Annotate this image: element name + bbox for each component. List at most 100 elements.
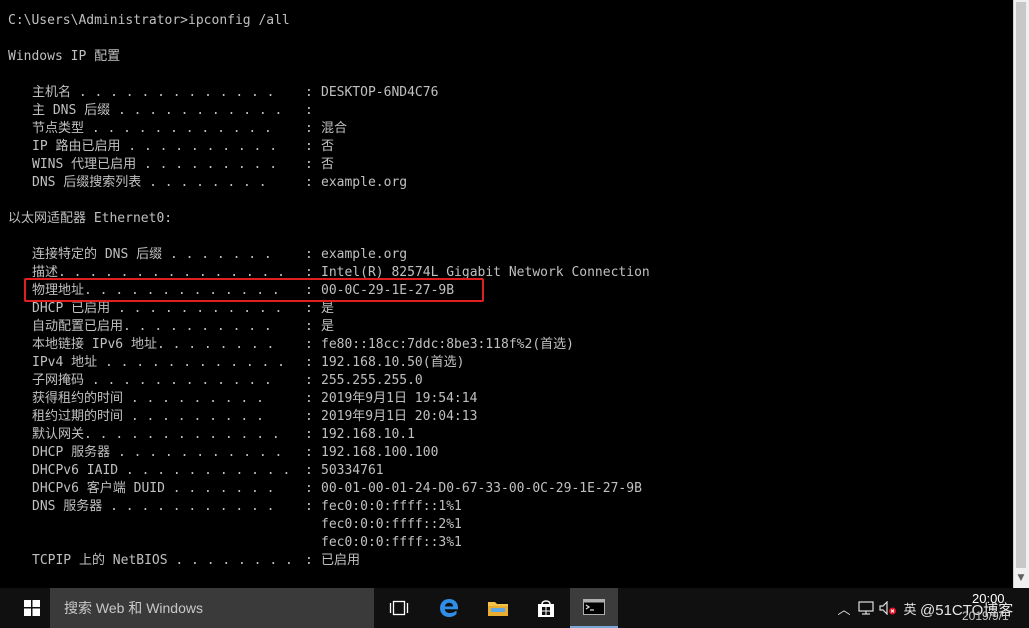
config-value: 50334761 <box>321 463 384 478</box>
config-colon: : <box>305 481 313 496</box>
config-row: 租约过期的时间 . . . . . . . . .:2019年9月1日 20:0… <box>0 408 1000 426</box>
store-button[interactable] <box>522 588 570 628</box>
config-colon: : <box>305 553 313 568</box>
config-label: DHCPv6 IAID <box>32 463 119 478</box>
config-colon: : <box>305 463 313 478</box>
config-row: 默认网关. . . . . . . . . . . . .:192.168.10… <box>0 426 1000 444</box>
task-view-button[interactable] <box>375 588 423 628</box>
config-dots: . . . . . . . . . . . . <box>84 373 272 388</box>
config-colon: : <box>305 355 313 370</box>
config-label: 节点类型 <box>32 121 85 136</box>
section-adapter-heading: 以太网适配器 Ethernet0: <box>8 211 173 226</box>
config-value: fe80::18cc:7ddc:8be3:118f%2(首选) <box>321 337 574 352</box>
command-prompt-icon <box>583 599 605 615</box>
config-value: 192.168.10.50(首选) <box>321 355 465 370</box>
config-value: 192.168.100.100 <box>321 445 439 460</box>
config-colon: : <box>305 319 313 334</box>
config-row: IP 路由已启用 . . . . . . . . . .: 否 <box>0 138 1000 156</box>
config-dots: . . . . . . . . . . . <box>102 499 275 514</box>
config-dots: . . . . . . . . . . . <box>110 301 283 316</box>
windows-logo-icon <box>24 600 40 616</box>
config-colon: : <box>305 175 313 190</box>
clock-time[interactable]: 20:00 <box>972 591 1005 606</box>
config-value: example.org <box>321 175 408 190</box>
config-value: 已启用 <box>321 553 361 568</box>
config-label: IPv4 地址 <box>32 355 98 370</box>
config-label: IP 路由已启用 <box>32 139 121 154</box>
config-row: DHCP 已启用 . . . . . . . . . . .: 是 <box>0 300 1000 318</box>
chevron-up-icon[interactable]: ︿ <box>833 588 855 628</box>
config-value: 00-01-00-01-24-D0-67-33-00-0C-29-1E-27-9… <box>321 481 642 496</box>
system-tray: ︿ 英 <box>833 588 921 628</box>
config-label: DHCPv6 客户端 DUID <box>32 481 165 496</box>
config-colon: : <box>305 373 313 388</box>
config-dots: . . . . . . . . . . . <box>110 445 283 460</box>
config-colon: : <box>305 409 313 424</box>
config-colon: : <box>305 301 313 316</box>
taskbar: 搜索 Web 和 Windows ︿ 英 @51CTO博客 20:00 2019… <box>0 588 1029 628</box>
config-value: fec0:0:0:ffff::1%1 <box>321 499 462 514</box>
scrollbar-thumb[interactable] <box>1016 2 1026 568</box>
config-dots: . . . . . . . . . . . . . <box>71 85 275 100</box>
config-colon: : <box>305 427 313 442</box>
config-colon: : <box>305 157 313 172</box>
config-dots: . . . . . . . . . . . . <box>84 121 272 136</box>
store-bag-icon <box>538 600 554 617</box>
config-row: 连接特定的 DNS 后缀 . . . . . . .: example.org <box>0 246 1000 264</box>
config-dots: . . . . . . . . . . . . <box>97 355 285 370</box>
config-row: 本地链接 IPv6 地址. . . . . . . .: fe80::18cc:7… <box>0 336 1000 354</box>
config-colon: : <box>305 499 313 514</box>
config-row: DNS 服务器 . . . . . . . . . . .: fec0:0:0:f… <box>0 498 1000 516</box>
edge-browser-button[interactable] <box>425 588 473 628</box>
config-dots: . . . . . . . . . . . <box>110 103 283 118</box>
ime-language-icon[interactable]: 英 <box>899 588 921 628</box>
config-label: DNS 服务器 <box>32 499 103 514</box>
config-row: DHCPv6 IAID . . . . . . . . . . .:503347… <box>0 462 1000 480</box>
command-prompt-line: C:\Users\Administrator>ipconfig /all <box>8 13 290 28</box>
config-value: DESKTOP-6ND4C76 <box>321 85 439 100</box>
config-dots: . . . . . . . <box>164 481 275 496</box>
console-window[interactable]: C:\Users\Administrator>ipconfig /all Win… <box>0 0 1013 588</box>
start-button[interactable] <box>8 588 56 628</box>
config-value: 192.168.10.1 <box>321 427 415 442</box>
config-label: 连接特定的 DNS 后缀 <box>32 247 163 262</box>
config-dots: . . . . . . . . . <box>123 409 264 424</box>
folder-icon <box>488 602 508 616</box>
config-dots: . . . . . . . . <box>156 337 275 352</box>
config-colon: : <box>305 445 313 460</box>
search-box[interactable]: 搜索 Web 和 Windows <box>50 588 374 628</box>
volume-muted-icon[interactable] <box>877 588 899 628</box>
config-label: 默认网关 <box>32 427 85 442</box>
config-label: DNS 后缀搜索列表 <box>32 175 142 190</box>
config-colon: : <box>305 121 313 136</box>
network-icon[interactable] <box>855 588 877 628</box>
config-dots: . . . . . . . . <box>141 175 267 190</box>
config-label: 获得租约的时间 <box>32 391 124 406</box>
config-row: IPv4 地址 . . . . . . . . . . . .:192.168.… <box>0 354 1000 372</box>
config-label: 主 DNS 后缀 <box>32 103 111 118</box>
config-value: 混合 <box>321 121 348 136</box>
config-value: 否 <box>321 139 335 154</box>
config-label: 本地链接 IPv6 地址 <box>32 337 157 352</box>
config-label: DHCP 服务器 <box>32 445 111 460</box>
config-value: 2019年9月1日 20:04:13 <box>321 409 478 424</box>
config-colon: : <box>305 103 313 118</box>
config-dots: . . . . . . . . . . . . . <box>84 427 280 442</box>
config-row: fec0:0:0:ffff::2%1 <box>0 516 1000 534</box>
config-colon: : <box>305 85 313 100</box>
config-dots: . . . . . . . . . . <box>123 319 272 334</box>
console-scrollbar[interactable]: ▼ <box>1013 0 1029 588</box>
scroll-down-arrow-icon[interactable]: ▼ <box>1016 572 1026 584</box>
config-dots: . . . . . . . . . <box>123 391 264 406</box>
config-dots: . . . . . . . . . . . <box>118 463 291 478</box>
command-prompt-taskbar-button[interactable] <box>570 588 618 628</box>
config-value: 255.255.255.0 <box>321 373 423 388</box>
task-view-icon <box>389 600 409 616</box>
config-row: fec0:0:0:ffff::3%1 <box>0 534 1000 552</box>
config-value: fec0:0:0:ffff::3%1 <box>321 535 462 550</box>
clock-date[interactable]: 2019/9/1 <box>962 609 1009 623</box>
config-label: WINS 代理已启用 <box>32 157 137 172</box>
file-explorer-button[interactable] <box>474 588 522 628</box>
config-dots: . . . . . . . . . <box>136 157 278 172</box>
config-label: 租约过期的时间 <box>32 409 124 424</box>
